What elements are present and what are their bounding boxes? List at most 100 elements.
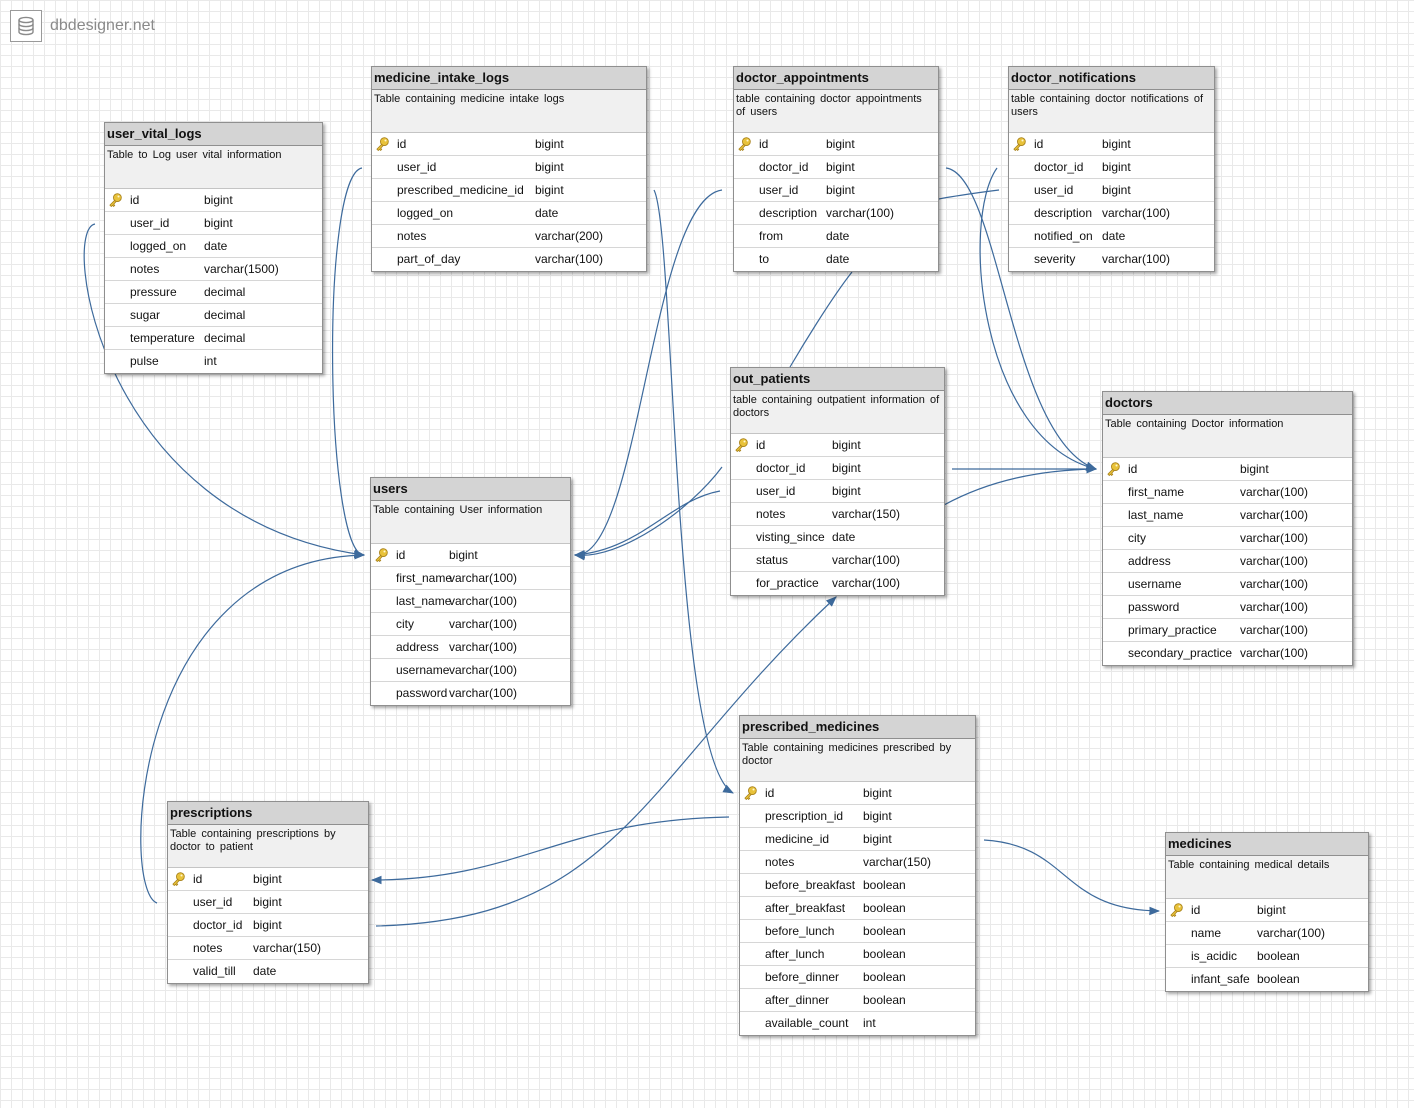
column-row[interactable]: medicine_id bigint (740, 828, 975, 851)
column-row[interactable]: logged_on date (105, 235, 322, 258)
column-row[interactable]: city varchar(100) (1103, 527, 1352, 550)
column-row[interactable]: notes varchar(150) (731, 503, 944, 526)
column-row[interactable]: sugar decimal (105, 304, 322, 327)
column-row[interactable]: username varchar(100) (1103, 573, 1352, 596)
relation-line[interactable] (935, 189, 1000, 201)
column-row[interactable]: logged_on date (372, 202, 646, 225)
column-row[interactable]: available_count int (740, 1012, 975, 1035)
column-row[interactable]: before_dinner boolean (740, 966, 975, 989)
column-row[interactable]: visting_since date (731, 526, 944, 549)
table-title[interactable]: prescribed_medicines (740, 716, 975, 739)
column-row[interactable]: notified_on date (1009, 225, 1214, 248)
column-row[interactable]: first_name varchar(100) (371, 567, 570, 590)
column-row[interactable]: id bigint (372, 133, 646, 156)
column-row[interactable]: name varchar(100) (1166, 922, 1368, 945)
column-row[interactable]: id bigint (740, 782, 975, 805)
column-row[interactable]: infant_safe boolean (1166, 968, 1368, 991)
column-row[interactable]: user_id bigint (731, 480, 944, 503)
column-row[interactable]: to date (734, 248, 938, 271)
column-row[interactable]: notes varchar(150) (168, 937, 368, 960)
relation-line[interactable] (573, 490, 721, 559)
table-doctor-appointments[interactable]: doctor_appointments table containing doct… (733, 66, 939, 272)
column-row[interactable]: status varchar(100) (731, 549, 944, 572)
column-row[interactable]: last_name varchar(100) (371, 590, 570, 613)
table-doctor-notifications[interactable]: doctor_notifications table containing doc… (1008, 66, 1215, 272)
column-row[interactable]: address varchar(100) (371, 636, 570, 659)
column-row[interactable]: pressure decimal (105, 281, 322, 304)
column-row[interactable]: id bigint (1009, 133, 1214, 156)
table-doctors[interactable]: doctors Table containing Doctor informati… (1102, 391, 1353, 666)
column-row[interactable]: username varchar(100) (371, 659, 570, 682)
table-medicine-intake-logs[interactable]: medicine_intake_logs Table containing med… (371, 66, 647, 272)
column-row[interactable]: address varchar(100) (1103, 550, 1352, 573)
column-row[interactable]: primary_practice varchar(100) (1103, 619, 1352, 642)
column-row[interactable]: id bigint (1166, 899, 1368, 922)
column-row[interactable]: secondary_practice varchar(100) (1103, 642, 1352, 665)
column-row[interactable]: doctor_id bigint (734, 156, 938, 179)
table-title[interactable]: out_patients (731, 368, 944, 391)
column-row[interactable]: after_breakfast boolean (740, 897, 975, 920)
table-title[interactable]: doctors (1103, 392, 1352, 415)
column-row[interactable]: doctor_id bigint (168, 914, 368, 937)
column-row[interactable]: severity varchar(100) (1009, 248, 1214, 271)
column-row[interactable]: id bigint (371, 544, 570, 567)
column-row[interactable]: password varchar(100) (371, 682, 570, 705)
column-row[interactable]: for_practice varchar(100) (731, 572, 944, 595)
column-row[interactable]: notes varchar(1500) (105, 258, 322, 281)
table-out-patients[interactable]: out_patients table containing outpatient … (730, 367, 945, 596)
column-row[interactable]: id bigint (168, 868, 368, 891)
relation-line[interactable] (653, 189, 734, 794)
relation-line[interactable] (983, 839, 1161, 916)
table-title[interactable]: doctor_notifications (1009, 67, 1214, 90)
column-row[interactable]: doctor_id bigint (1009, 156, 1214, 179)
column-row[interactable]: valid_till date (168, 960, 368, 983)
relation-line[interactable] (943, 464, 1098, 506)
column-row[interactable]: doctor_id bigint (731, 457, 944, 480)
table-title[interactable]: doctor_appointments (734, 67, 938, 90)
column-row[interactable]: user_id bigint (1009, 179, 1214, 202)
column-row[interactable]: part_of_day varchar(100) (372, 248, 646, 271)
relation-line[interactable] (370, 816, 730, 885)
column-row[interactable]: first_name varchar(100) (1103, 481, 1352, 504)
column-row[interactable]: prescription_id bigint (740, 805, 975, 828)
column-row[interactable]: id bigint (1103, 458, 1352, 481)
table-users[interactable]: users Table containing User information id… (370, 477, 571, 706)
column-type: bigint (832, 438, 861, 452)
column-row[interactable]: id bigint (731, 434, 944, 457)
table-title[interactable]: medicine_intake_logs (372, 67, 646, 90)
column-row[interactable]: is_acidic boolean (1166, 945, 1368, 968)
column-row[interactable]: after_dinner boolean (740, 989, 975, 1012)
column-row[interactable]: id bigint (734, 133, 938, 156)
column-row[interactable]: description varchar(100) (734, 202, 938, 225)
column-row[interactable]: from date (734, 225, 938, 248)
table-title[interactable]: users (371, 478, 570, 501)
column-row[interactable]: user_id bigint (105, 212, 322, 235)
column-row[interactable]: user_id bigint (372, 156, 646, 179)
column-row[interactable]: last_name varchar(100) (1103, 504, 1352, 527)
column-row[interactable]: notes varchar(150) (740, 851, 975, 874)
relation-line[interactable] (573, 466, 723, 561)
column-row[interactable]: pulse int (105, 350, 322, 373)
column-row[interactable]: notes varchar(200) (372, 225, 646, 248)
column-row[interactable]: user_id bigint (734, 179, 938, 202)
column-row[interactable]: before_breakfast boolean (740, 874, 975, 897)
table-title[interactable]: user_vital_logs (105, 123, 322, 146)
table-prescribed-medicines[interactable]: prescribed_medicines Table containing med… (739, 715, 976, 1036)
column-row[interactable]: after_lunch boolean (740, 943, 975, 966)
column-row[interactable]: city varchar(100) (371, 613, 570, 636)
column-row[interactable]: description varchar(100) (1009, 202, 1214, 225)
column-row[interactable]: before_lunch boolean (740, 920, 975, 943)
column-row[interactable]: prescribed_medicine_id bigint (372, 179, 646, 202)
column-row[interactable]: password varchar(100) (1103, 596, 1352, 619)
column-type: bigint (535, 160, 564, 174)
table-title[interactable]: medicines (1166, 833, 1368, 856)
relation-line[interactable] (789, 271, 853, 368)
table-title[interactable]: prescriptions (168, 802, 368, 825)
table-medicines[interactable]: medicines Table containing medical detail… (1165, 832, 1369, 992)
column-row[interactable]: temperature decimal (105, 327, 322, 350)
table-prescriptions[interactable]: prescriptions Table containing prescripti… (167, 801, 369, 984)
relation-line[interactable] (332, 167, 366, 560)
column-row[interactable]: user_id bigint (168, 891, 368, 914)
table-user-vital-logs[interactable]: user_vital_logs Table to Log user vital i… (104, 122, 323, 374)
column-row[interactable]: id bigint (105, 189, 322, 212)
